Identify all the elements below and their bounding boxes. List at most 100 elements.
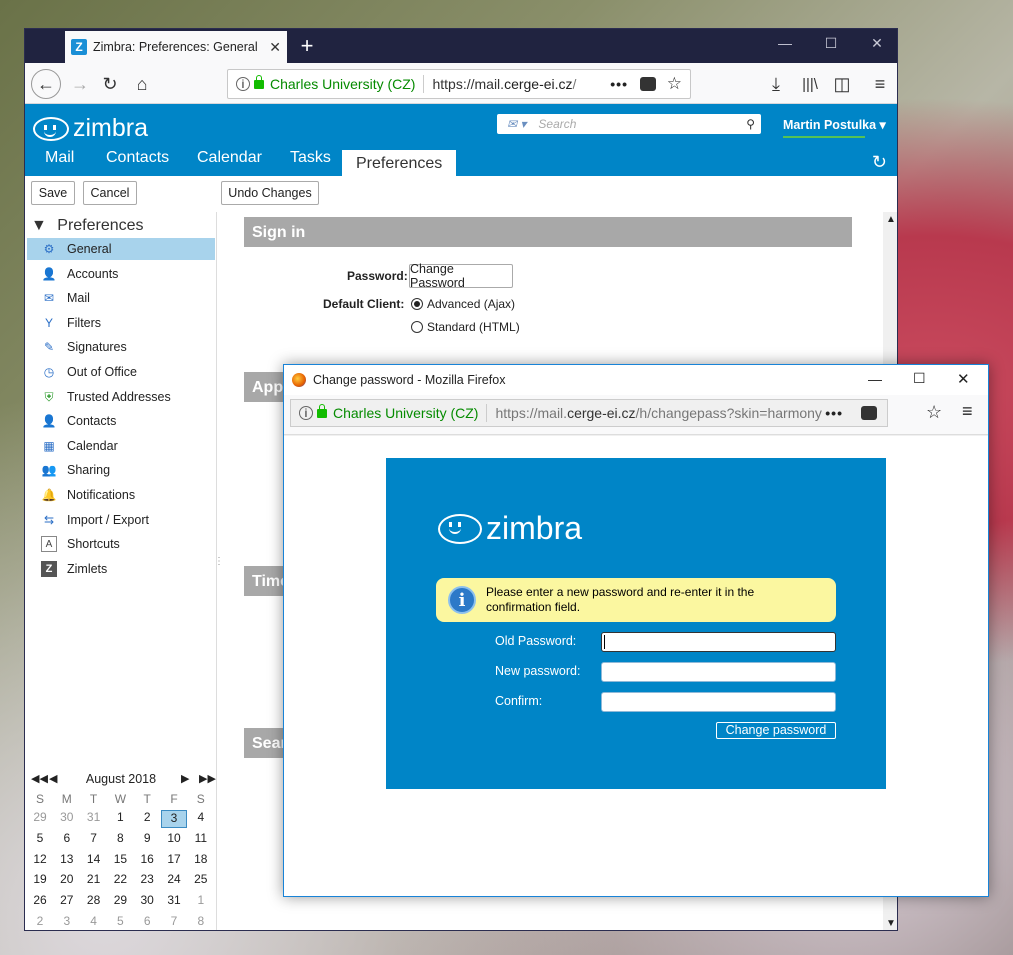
sidebar-item-notifications[interactable]: 🔔 Notifications <box>27 484 215 506</box>
popup-maximize-icon[interactable]: ☐ <box>913 370 926 387</box>
forward-button-icon[interactable]: → <box>67 71 93 97</box>
popup-bookmark-star-icon[interactable]: ☆ <box>926 402 942 423</box>
calendar-day[interactable]: 7 <box>161 914 187 928</box>
calendar-day[interactable]: 21 <box>81 872 107 886</box>
downloads-icon[interactable]: ⤓ <box>763 71 789 97</box>
tab-calendar[interactable]: Calendar <box>197 149 262 176</box>
calendar-day[interactable]: 6 <box>54 831 80 845</box>
calendar-day[interactable]: 24 <box>161 872 187 886</box>
new-password-field[interactable] <box>601 662 836 682</box>
calendar-day[interactable]: 10 <box>161 831 187 845</box>
calendar-day[interactable]: 25 <box>188 872 214 886</box>
popup-menu-icon[interactable]: ≡ <box>962 401 973 422</box>
sidebar-item-signatures[interactable]: ✎ Signatures <box>27 336 215 358</box>
sidebar-item-trusted-addresses[interactable]: ⛨ Trusted Addresses <box>27 386 215 408</box>
info-icon[interactable]: i <box>236 77 250 91</box>
calendar-day[interactable]: 4 <box>81 914 107 928</box>
calendar-day[interactable]: 5 <box>107 914 133 928</box>
library-icon[interactable]: |||\ <box>797 71 823 97</box>
sidebar-item-zimlets[interactable]: Z Zimlets <box>27 558 215 580</box>
calendar-day[interactable]: 20 <box>54 872 80 886</box>
scroll-down-icon[interactable]: ▼ <box>886 918 896 929</box>
tab-tasks[interactable]: Tasks <box>290 149 331 176</box>
sidebar-item-out-of-office[interactable]: ◷ Out of Office <box>27 361 215 383</box>
page-actions-icon[interactable]: ••• <box>610 76 628 92</box>
popup-address-bar[interactable]: i Charles University (CZ) https://mail. c… <box>290 399 888 427</box>
calendar-day[interactable]: 17 <box>161 852 187 866</box>
user-menu[interactable]: Martin Postulka ▾ <box>783 117 886 138</box>
back-button-icon[interactable]: ← <box>31 69 61 99</box>
address-bar[interactable]: i Charles University (CZ) https://mail. c… <box>227 69 691 99</box>
calendar-day[interactable]: 28 <box>81 893 107 907</box>
calendar-day[interactable]: 23 <box>134 872 160 886</box>
popup-site-identity[interactable]: Charles University (CZ) <box>333 405 478 421</box>
calendar-day[interactable]: 29 <box>107 893 133 907</box>
search-input[interactable]: ✉ ▾ Search ⚲ <box>497 114 761 134</box>
calendar-day[interactable]: 26 <box>27 893 53 907</box>
sidebar-header[interactable]: ▼ Preferences <box>31 217 144 235</box>
calendar-day[interactable]: 2 <box>134 810 160 824</box>
calendar-day[interactable]: 29 <box>27 810 53 824</box>
tab-close-icon[interactable]: ✕ <box>269 39 281 56</box>
sidebar-item-shortcuts[interactable]: A Shortcuts <box>27 533 215 555</box>
tab-mail[interactable]: Mail <box>45 149 74 176</box>
calendar-day[interactable]: 8 <box>107 831 133 845</box>
calendar-day[interactable]: 15 <box>107 852 133 866</box>
undo-changes-button[interactable]: Undo Changes <box>221 181 319 205</box>
calendar-day[interactable]: 22 <box>107 872 133 886</box>
tab-contacts[interactable]: Contacts <box>106 149 169 176</box>
bookmark-star-icon[interactable]: ☆ <box>667 74 682 94</box>
popup-page-actions-icon[interactable]: ••• <box>825 405 843 421</box>
calendar-day[interactable]: 5 <box>27 831 53 845</box>
site-identity[interactable]: Charles University (CZ) <box>270 76 415 92</box>
calendar-day[interactable]: 13 <box>54 852 80 866</box>
calendar-day[interactable]: 18 <box>188 852 214 866</box>
change-password-button[interactable]: Change Password <box>409 262 513 290</box>
calendar-day[interactable]: 3 <box>54 914 80 928</box>
popup-info-icon[interactable]: i <box>299 406 313 420</box>
scroll-up-icon[interactable]: ▲ <box>886 214 896 225</box>
sidebar-item-general[interactable]: ⚙ General <box>27 238 215 260</box>
calendar-day[interactable]: 1 <box>107 810 133 824</box>
calendar-day[interactable]: 30 <box>54 810 80 824</box>
change-password-submit-button[interactable]: Change password <box>716 722 836 739</box>
pocket-icon[interactable] <box>640 77 656 91</box>
old-password-field[interactable] <box>601 632 836 652</box>
search-icon[interactable]: ⚲ <box>746 117 755 131</box>
calendar-day[interactable]: 16 <box>134 852 160 866</box>
cancel-button[interactable]: Cancel <box>83 181 137 205</box>
popup-close-icon[interactable]: ✕ <box>957 370 970 388</box>
refresh-icon[interactable]: ↻ <box>872 152 887 173</box>
sidebar-item-calendar[interactable]: ▦ Calendar <box>27 435 215 457</box>
calendar-day[interactable]: 1 <box>188 893 214 907</box>
sidebar-item-mail[interactable]: ✉ Mail <box>27 287 215 309</box>
splitter-handle[interactable]: ⋮ <box>214 557 224 567</box>
calendar-day[interactable]: 3 <box>161 810 187 828</box>
sidebar-toggle-icon[interactable]: ◫ <box>829 71 855 97</box>
calendar-day[interactable]: 31 <box>81 810 107 824</box>
tab-preferences[interactable]: Preferences <box>342 150 457 176</box>
window-close-icon[interactable]: ✕ <box>867 35 887 52</box>
calendar-day[interactable]: 6 <box>134 914 160 928</box>
home-icon[interactable]: ⌂ <box>129 71 155 97</box>
sidebar-item-filters[interactable]: Y Filters <box>27 312 215 334</box>
calendar-day[interactable]: 9 <box>134 831 160 845</box>
calendar-day[interactable]: 19 <box>27 872 53 886</box>
sidebar-item-accounts[interactable]: 👤 Accounts <box>27 263 215 285</box>
radio-standard[interactable]: Standard (HTML) <box>411 320 520 334</box>
calendar-day[interactable]: 30 <box>134 893 160 907</box>
new-tab-button[interactable]: + <box>295 33 319 59</box>
zimbra-logo[interactable]: zimbra <box>33 114 148 143</box>
browser-tab[interactable]: Z Zimbra: Preferences: General ✕ <box>65 31 287 63</box>
calendar-day[interactable]: 12 <box>27 852 53 866</box>
save-button[interactable]: Save <box>31 181 75 205</box>
maximize-icon[interactable]: ☐ <box>821 35 841 52</box>
next-month-icon[interactable]: ▶ <box>181 772 189 785</box>
popup-pocket-icon[interactable] <box>861 406 877 420</box>
calendar-day[interactable]: 14 <box>81 852 107 866</box>
calendar-day[interactable]: 11 <box>188 831 214 845</box>
popup-minimize-icon[interactable]: — <box>868 371 882 387</box>
calendar-day[interactable]: 31 <box>161 893 187 907</box>
calendar-day[interactable]: 2 <box>27 914 53 928</box>
calendar-day[interactable]: 7 <box>81 831 107 845</box>
